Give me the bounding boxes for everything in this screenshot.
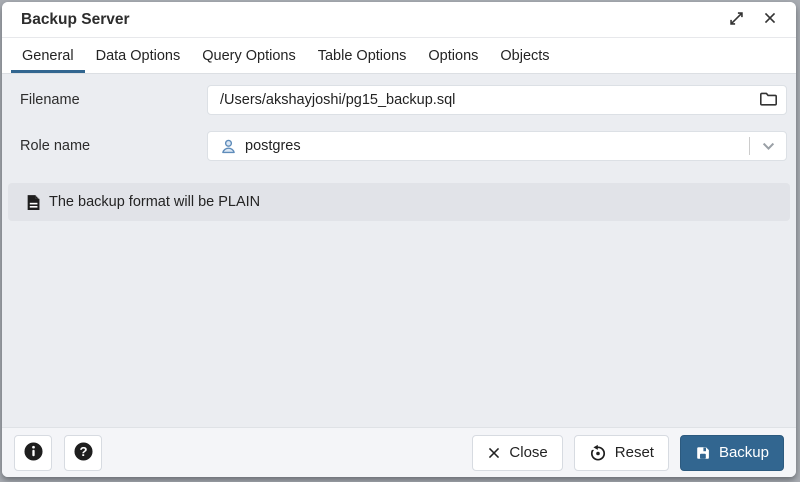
close-button-label: Close — [509, 444, 547, 461]
close-dialog-button[interactable] — [763, 11, 777, 28]
filename-input[interactable] — [208, 86, 750, 114]
expand-icon — [729, 11, 744, 29]
tab-data-options[interactable]: Data Options — [85, 38, 192, 73]
browse-file-button[interactable] — [750, 86, 786, 114]
role-select[interactable]: postgres — [207, 131, 787, 161]
role-row: Role name postgres — [2, 131, 796, 161]
folder-icon — [759, 90, 778, 110]
tab-options[interactable]: Options — [417, 38, 489, 73]
backup-server-dialog: Backup Server General Data Options Query… — [2, 2, 796, 477]
help-button[interactable]: ? — [64, 435, 102, 471]
tab-general[interactable]: General — [11, 38, 85, 73]
filename-row: Filename — [2, 85, 796, 115]
dialog-footer: ? Close Reset — [2, 427, 796, 477]
svg-text:?: ? — [79, 443, 87, 458]
tab-objects[interactable]: Objects — [489, 38, 560, 73]
close-icon — [763, 11, 777, 28]
sql-info-button[interactable] — [14, 435, 52, 471]
notice-text: The backup format will be PLAIN — [49, 194, 260, 210]
general-tab-panel: Filename Role name — [2, 74, 796, 427]
backup-format-notice: The backup format will be PLAIN — [8, 183, 790, 221]
backup-button[interactable]: Backup — [680, 435, 784, 471]
backup-button-label: Backup — [719, 444, 769, 461]
role-selected-value: postgres — [245, 138, 749, 154]
tab-query-options[interactable]: Query Options — [191, 38, 307, 73]
save-icon — [695, 445, 711, 461]
file-icon — [26, 194, 41, 211]
filename-label: Filename — [2, 92, 207, 108]
reset-button[interactable]: Reset — [574, 435, 669, 471]
close-x-icon — [487, 446, 501, 460]
user-icon — [220, 138, 237, 155]
dialog-titlebar: Backup Server — [2, 2, 796, 38]
tab-table-options[interactable]: Table Options — [307, 38, 418, 73]
chevron-down-icon[interactable] — [750, 142, 786, 151]
dialog-title: Backup Server — [21, 11, 710, 29]
close-button[interactable]: Close — [472, 435, 562, 471]
question-icon: ? — [73, 441, 94, 465]
maximize-button[interactable] — [729, 11, 744, 29]
role-label: Role name — [2, 138, 207, 154]
reset-button-label: Reset — [615, 444, 654, 461]
info-icon — [23, 441, 44, 465]
reset-icon — [589, 444, 607, 462]
dialog-tabs: General Data Options Query Options Table… — [2, 38, 796, 74]
filename-control — [207, 85, 787, 115]
